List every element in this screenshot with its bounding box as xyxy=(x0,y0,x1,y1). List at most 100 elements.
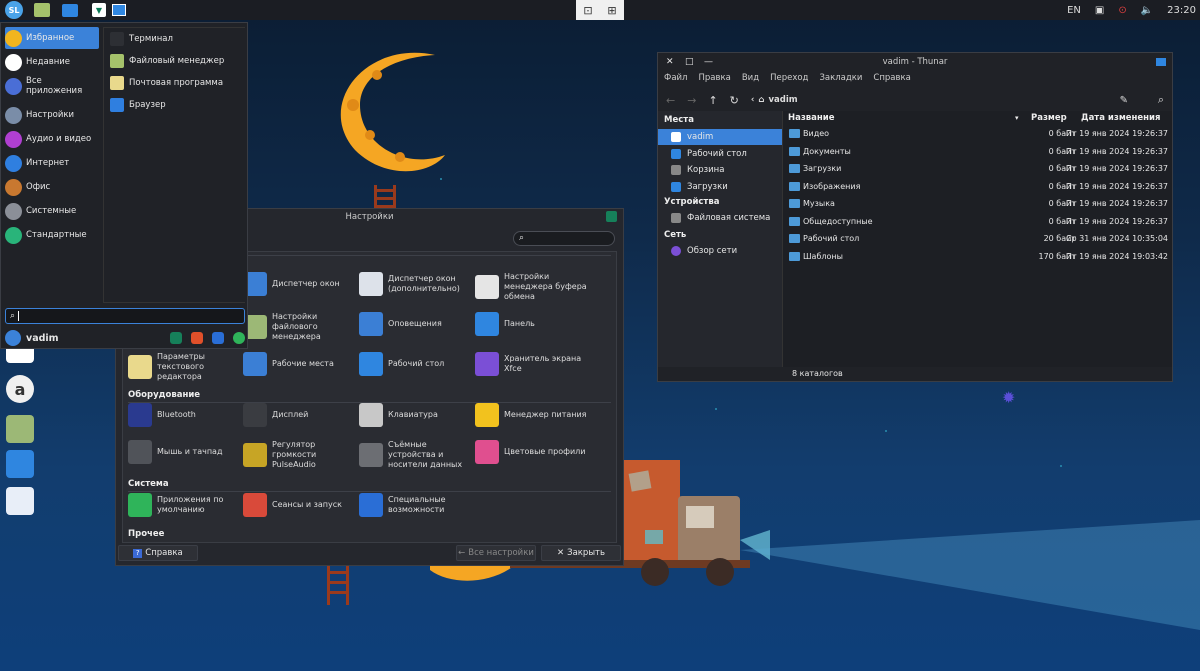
menu-item[interactable]: Переход xyxy=(770,73,808,83)
menu-item[interactable]: Правка xyxy=(698,73,730,83)
settings-item[interactable]: Рабочие места xyxy=(243,352,356,376)
sidebar-item-network[interactable]: Обзор сети xyxy=(658,243,782,259)
sidebar-item-filesystem[interactable]: Файловая система xyxy=(658,210,782,226)
table-row[interactable]: Шаблоны 170 байт Пт 19 янв 2024 19:03:42 xyxy=(783,248,1172,265)
settings-item[interactable]: Регулятор громкости PulseAudio xyxy=(243,440,356,470)
table-row[interactable]: Общедоступные 0 байт Пт 19 янв 2024 19:26:… xyxy=(783,213,1172,230)
settings-item[interactable]: Настройки менеджера буфера обмена xyxy=(475,272,588,302)
help-button[interactable]: ? Справка xyxy=(118,545,198,561)
brightness-icon[interactable]: ▣ xyxy=(1095,5,1104,16)
search-icon[interactable]: ⌕ xyxy=(1158,93,1164,107)
table-row[interactable]: Музыка 0 байт Пт 19 янв 2024 19:26:37 xyxy=(783,195,1172,212)
menu-category-item[interactable]: Все приложения xyxy=(5,75,99,97)
settings-item[interactable]: Специальные возможности xyxy=(359,493,472,517)
sidebar-item-place[interactable]: Загрузки xyxy=(658,179,782,195)
sort-chevron-icon[interactable]: ▾ xyxy=(1015,111,1019,125)
settings-item[interactable]: Клавиатура xyxy=(359,403,472,427)
settings-item[interactable]: Bluetooth xyxy=(128,403,241,427)
group-hardware: Оборудование xyxy=(128,390,201,400)
menu-item[interactable]: Справка xyxy=(873,73,910,83)
grid-icon xyxy=(5,77,22,95)
reload-icon[interactable]: ↻ xyxy=(730,94,739,107)
volume-icon[interactable]: 🔈 xyxy=(1141,5,1153,16)
up-icon[interactable]: ↑ xyxy=(708,94,717,107)
favorite-app-item[interactable]: Файловый менеджер xyxy=(104,50,245,72)
column-name[interactable]: Название xyxy=(788,111,835,125)
lock-icon[interactable] xyxy=(191,332,203,344)
settings-item[interactable]: Сеансы и запуск xyxy=(243,493,356,517)
app-a-dock-icon[interactable]: a xyxy=(6,375,34,403)
menu-category-item[interactable]: Настройки xyxy=(5,104,99,126)
sl-logo-icon[interactable]: SL xyxy=(0,0,28,20)
window-title: vadim - Thunar xyxy=(882,56,948,67)
table-row[interactable]: Рабочий стол 20 байт Ср 31 янв 2024 10:35:… xyxy=(783,230,1172,247)
menu-category-item[interactable]: Избранное xyxy=(5,27,99,49)
taskbar-windows[interactable]: ▼ xyxy=(84,0,134,20)
sidebar-item-place[interactable]: Корзина xyxy=(658,162,782,178)
all-settings-button[interactable]: ← Все настройки xyxy=(456,545,536,561)
settings-item[interactable]: Дисплей xyxy=(243,403,356,427)
power-icon[interactable] xyxy=(233,332,245,344)
table-row[interactable]: Видео 0 байт Пт 19 янв 2024 19:26:37 xyxy=(783,125,1172,142)
table-row[interactable]: Документы 0 байт Пт 19 янв 2024 19:26:37 xyxy=(783,143,1172,160)
settings-item[interactable]: Хранитель экрана Xfce xyxy=(475,352,588,376)
workspace-2-icon[interactable]: ⊞ xyxy=(607,4,616,17)
settings-item[interactable]: Мышь и тачпад xyxy=(128,440,241,464)
user-row: vadim xyxy=(5,329,245,347)
settings-item-icon xyxy=(243,493,267,517)
network-icon[interactable]: ⊙ xyxy=(1118,5,1126,16)
settings-item[interactable]: Настройки файлового менеджера xyxy=(243,312,356,342)
menu-item[interactable]: Файл xyxy=(664,73,687,83)
file-manager-icon[interactable] xyxy=(28,0,56,20)
edit-location-icon[interactable]: ✎ xyxy=(1120,95,1128,106)
settings-shield-icon[interactable]: ▼ xyxy=(92,3,106,17)
back-icon[interactable]: ← xyxy=(666,94,675,107)
settings-item[interactable]: Менеджер питания xyxy=(475,403,588,427)
switch-user-icon[interactable] xyxy=(212,332,224,344)
menu-category-item[interactable]: Системные xyxy=(5,200,99,222)
settings-item[interactable]: Приложения по умолчанию xyxy=(128,493,241,517)
settings-item[interactable]: Оповещения xyxy=(359,312,472,336)
thunar-task-icon[interactable] xyxy=(112,4,126,16)
settings-item[interactable]: Панель xyxy=(475,312,588,336)
settings-search-input[interactable]: ⌕ xyxy=(513,231,615,246)
clock[interactable]: 23:20 xyxy=(1167,5,1196,16)
favorite-app-item[interactable]: Терминал xyxy=(104,28,245,50)
settings-item[interactable]: Параметры текстового редактора xyxy=(128,352,241,382)
menu-category-item[interactable]: Офис xyxy=(5,176,99,198)
menu-category-item[interactable]: Недавние xyxy=(5,51,99,73)
settings-shield-icon[interactable] xyxy=(170,332,182,344)
window-icon[interactable] xyxy=(56,0,84,20)
settings-item[interactable]: Съёмные устройства и носители данных xyxy=(359,440,472,470)
menu-category-label: Недавние xyxy=(26,57,71,67)
menu-category-item[interactable]: Стандартные xyxy=(5,224,99,246)
close-button[interactable]: ✕ Закрыть xyxy=(541,545,621,561)
column-size[interactable]: Размер xyxy=(1031,111,1067,125)
file-list: Название ▾ Размер Дата изменения Видео 0 … xyxy=(783,111,1172,369)
forward-icon[interactable]: → xyxy=(687,94,696,107)
menu-category-item[interactable]: Аудио и видео xyxy=(5,128,99,150)
favorite-app-item[interactable]: Почтовая программа xyxy=(104,72,245,94)
top-panel: SL ▼ ⊡ ⊞ EN ▣ ⊙ 🔈 23:20 xyxy=(0,0,1200,20)
sidebar-item-place[interactable]: Рабочий стол xyxy=(658,146,782,162)
table-row[interactable]: Изображения 0 байт Пт 19 янв 2024 19:26:37 xyxy=(783,178,1172,195)
sidebar-item-place[interactable]: vadim xyxy=(658,129,782,145)
table-row[interactable]: Загрузки 0 байт Пт 19 янв 2024 19:26:37 xyxy=(783,160,1172,177)
settings-item[interactable]: Цветовые профили xyxy=(475,440,588,464)
menu-search-input[interactable]: ⌕ xyxy=(5,308,245,324)
desktop-dock-icon[interactable] xyxy=(6,450,34,478)
workspace-switcher[interactable]: ⊡ ⊞ xyxy=(576,0,624,20)
column-date[interactable]: Дата изменения xyxy=(1081,111,1160,125)
location-bar[interactable]: ‹ ⌂ vadim xyxy=(751,95,798,105)
menu-item[interactable]: Вид xyxy=(742,73,759,83)
settings-item[interactable]: Диспетчер окон (дополнительно) xyxy=(359,272,472,296)
menu-category-item[interactable]: Интернет xyxy=(5,152,99,174)
settings-dock-icon[interactable] xyxy=(6,487,34,515)
menu-item[interactable]: Закладки xyxy=(819,73,862,83)
workspace-1-icon[interactable]: ⊡ xyxy=(583,4,592,17)
settings-item[interactable]: Рабочий стол xyxy=(359,352,472,376)
settings-item[interactable]: Диспетчер окон xyxy=(243,272,356,296)
favorite-app-item[interactable]: Браузер xyxy=(104,94,245,116)
files-dock-icon[interactable] xyxy=(6,415,34,443)
keyboard-layout[interactable]: EN xyxy=(1067,5,1081,16)
